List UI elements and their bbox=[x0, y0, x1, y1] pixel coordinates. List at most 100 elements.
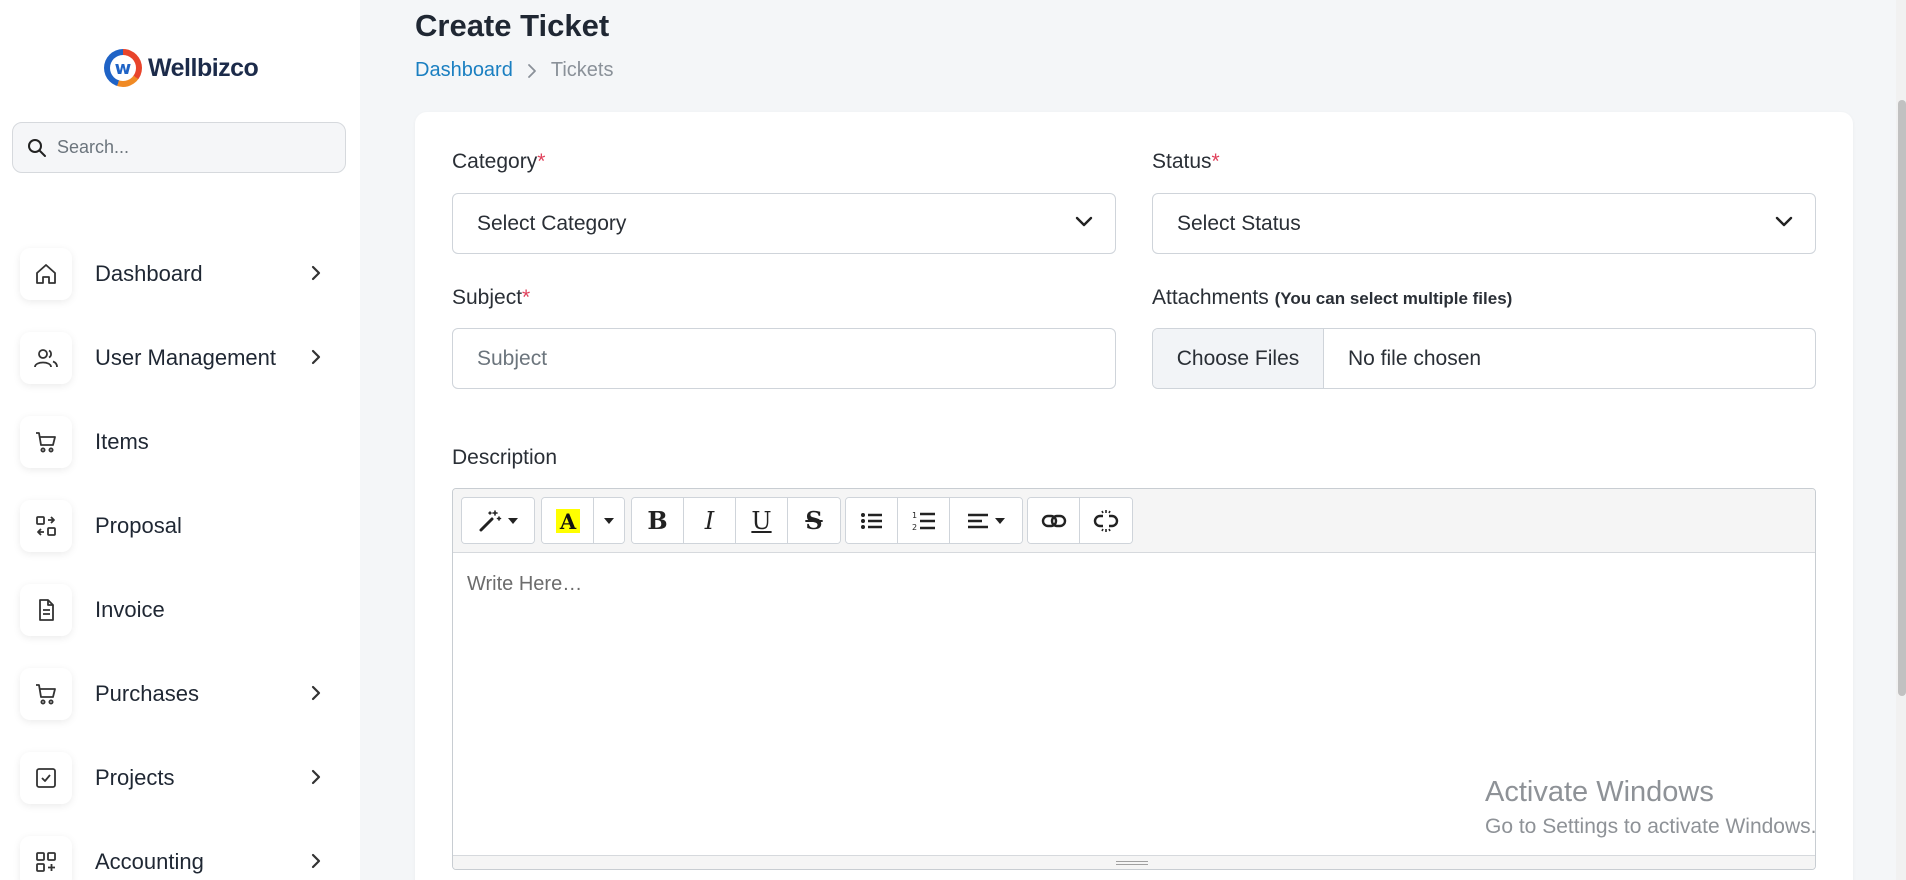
sidebar-item-proposal[interactable]: Proposal bbox=[20, 484, 340, 568]
attachments-hint: (You can select multiple files) bbox=[1274, 289, 1513, 308]
sidebar-item-accounting[interactable]: Accounting bbox=[20, 820, 340, 880]
unordered-list-button[interactable] bbox=[846, 498, 898, 543]
description-label: Description bbox=[452, 446, 558, 469]
status-select[interactable]: Select Status bbox=[1152, 193, 1816, 254]
list-group: 12 bbox=[845, 497, 1023, 544]
caret-down-icon bbox=[995, 517, 1005, 524]
svg-text:1: 1 bbox=[912, 511, 917, 520]
sidebar-item-label: Purchases bbox=[95, 681, 199, 706]
sidebar-item-label: Accounting bbox=[95, 849, 204, 874]
svg-text:2: 2 bbox=[912, 523, 917, 532]
page-scrollbar[interactable] bbox=[1896, 0, 1906, 880]
status-label: Status* bbox=[1152, 150, 1220, 173]
cart-icon bbox=[20, 668, 72, 720]
color-group: A bbox=[541, 497, 625, 544]
italic-icon: I bbox=[704, 506, 715, 535]
page-title: Create Ticket bbox=[415, 8, 610, 43]
sidebar-nav: Dashboard User Management Items Proposal bbox=[20, 232, 340, 880]
unordered-list-icon bbox=[860, 512, 882, 529]
link-icon bbox=[1041, 514, 1066, 527]
underline-icon: U bbox=[751, 506, 772, 535]
chevron-down-icon bbox=[1075, 216, 1093, 227]
search-box[interactable] bbox=[12, 122, 346, 173]
breadcrumb-current: Tickets bbox=[550, 59, 614, 81]
required-mark: * bbox=[522, 286, 531, 309]
editor-toolbar: A B I U S 12 bbox=[453, 489, 1815, 553]
strikethrough-button[interactable]: S bbox=[788, 498, 840, 543]
svg-text:A: A bbox=[558, 509, 576, 534]
sidebar-item-invoice[interactable]: Invoice bbox=[20, 568, 340, 652]
cart-icon bbox=[20, 416, 72, 468]
sidebar-item-label: Proposal bbox=[95, 513, 182, 538]
italic-button[interactable]: I bbox=[684, 498, 736, 543]
font-style-group: B I U S bbox=[631, 497, 841, 544]
chevron-right-icon bbox=[311, 265, 321, 281]
scrollbar-thumb[interactable] bbox=[1898, 100, 1906, 696]
search-icon bbox=[28, 138, 46, 157]
sidebar-item-user-management[interactable]: User Management bbox=[20, 316, 340, 400]
required-mark: * bbox=[537, 150, 546, 173]
chevron-right-icon bbox=[311, 769, 321, 785]
style-group bbox=[461, 497, 535, 544]
unlink-button[interactable] bbox=[1080, 498, 1132, 543]
style-dropdown-button[interactable] bbox=[462, 498, 534, 543]
sidebar-item-purchases[interactable]: Purchases bbox=[20, 652, 340, 736]
sidebar: w Wellbizco Dashboard User Management It… bbox=[0, 0, 360, 880]
document-icon bbox=[20, 584, 72, 636]
insert-link-button[interactable] bbox=[1028, 498, 1080, 543]
strikethrough-icon: S bbox=[805, 506, 823, 535]
home-icon bbox=[20, 248, 72, 300]
chevron-right-icon bbox=[527, 63, 536, 78]
color-dropdown-button[interactable] bbox=[594, 498, 624, 543]
highlight-icon: A bbox=[555, 508, 580, 534]
grid-plus-icon bbox=[20, 836, 72, 880]
sidebar-item-label: Dashboard bbox=[95, 261, 203, 286]
search-input[interactable] bbox=[57, 137, 317, 158]
highlight-color-button[interactable]: A bbox=[542, 498, 594, 543]
checkbox-icon bbox=[20, 752, 72, 804]
subject-input[interactable] bbox=[452, 328, 1116, 389]
chevron-right-icon bbox=[311, 349, 321, 365]
subject-label: Subject* bbox=[452, 286, 531, 309]
sidebar-item-label: User Management bbox=[95, 345, 276, 370]
category-label: Category* bbox=[452, 150, 546, 173]
file-status: No file chosen bbox=[1348, 346, 1482, 370]
bold-icon: B bbox=[647, 506, 668, 535]
ordered-list-icon: 12 bbox=[912, 511, 935, 532]
caret-down-icon bbox=[508, 517, 518, 524]
align-left-icon bbox=[968, 513, 988, 528]
windows-activation-watermark: Activate Windows Go to Settings to activ… bbox=[1485, 776, 1817, 839]
unlink-icon bbox=[1093, 509, 1119, 532]
sidebar-item-label: Invoice bbox=[95, 597, 165, 622]
brand-name: Wellbizco bbox=[148, 53, 259, 82]
watermark-subtitle: Go to Settings to activate Windows. bbox=[1485, 815, 1817, 838]
attachments-label: Attachments (You can select multiple fil… bbox=[1152, 286, 1513, 309]
bold-button[interactable]: B bbox=[632, 498, 684, 543]
magic-wand-icon bbox=[479, 509, 502, 531]
sidebar-item-items[interactable]: Items bbox=[20, 400, 340, 484]
ordered-list-button[interactable]: 12 bbox=[898, 498, 950, 543]
chevron-right-icon bbox=[311, 853, 321, 869]
grip-icon bbox=[1116, 861, 1148, 862]
sidebar-item-projects[interactable]: Projects bbox=[20, 736, 340, 820]
sidebar-item-label: Items bbox=[95, 429, 149, 454]
sidebar-item-dashboard[interactable]: Dashboard bbox=[20, 232, 340, 316]
attachments-file-input[interactable]: Choose Files No file chosen bbox=[1152, 328, 1816, 389]
link-group bbox=[1027, 497, 1133, 544]
choose-files-button[interactable]: Choose Files bbox=[1153, 329, 1324, 388]
logo-icon: w bbox=[104, 49, 142, 87]
underline-button[interactable]: U bbox=[736, 498, 788, 543]
caret-down-icon bbox=[604, 517, 614, 524]
breadcrumb: Dashboard Tickets bbox=[415, 59, 613, 82]
editor-resize-handle[interactable] bbox=[453, 855, 1815, 869]
chevron-down-icon bbox=[1775, 216, 1793, 227]
users-icon bbox=[20, 332, 72, 384]
required-mark: * bbox=[1211, 150, 1220, 173]
category-select[interactable]: Select Category bbox=[452, 193, 1116, 254]
swap-icon bbox=[20, 500, 72, 552]
watermark-title: Activate Windows bbox=[1485, 776, 1714, 808]
breadcrumb-link-dashboard[interactable]: Dashboard bbox=[415, 59, 513, 82]
brand-logo[interactable]: w Wellbizco bbox=[104, 49, 259, 87]
paragraph-align-button[interactable] bbox=[950, 498, 1022, 543]
ticket-form-card: Category* Select Category Status* Select… bbox=[415, 112, 1853, 880]
